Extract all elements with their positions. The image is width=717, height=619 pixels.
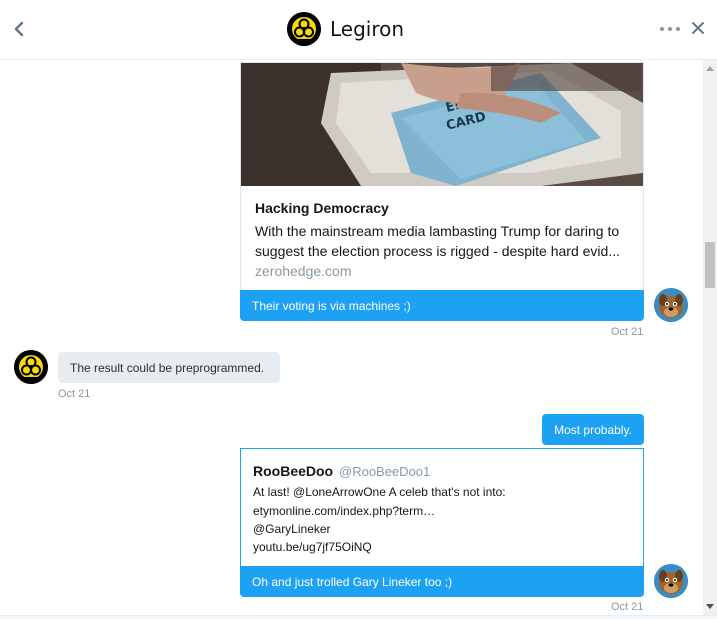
message-bubble-received[interactable]: The result could be preprogrammed. [58,352,280,383]
biohazard-icon [287,12,321,46]
message-timestamp: Oct 21 [58,388,91,400]
avatar[interactable] [654,288,688,322]
conversation-title[interactable]: Legiron [287,10,404,48]
arrow-down-icon [706,603,714,609]
avatar [287,12,321,46]
message-bubble-sent[interactable]: Their voting is via machines ;) [240,290,644,321]
chevron-left-icon [14,21,24,37]
quoted-tweet-name: RooBeeDoo [253,463,334,479]
link-card-domain: zerohedge.com [255,263,352,279]
arrow-up-icon [706,65,714,71]
back-button[interactable] [8,16,30,42]
dog-avatar-icon [654,564,688,598]
conversation-name: Legiron [330,17,405,41]
more-dots-icon [660,27,664,31]
avatar[interactable] [14,350,48,384]
message-bubble-sent[interactable]: Oh and just trolled Gary Lineker too ;) [240,566,644,597]
close-icon [692,22,704,34]
scroll-down-arrow[interactable] [703,600,717,612]
avatar[interactable] [654,564,688,598]
link-card-title: Hacking Democracy [255,200,389,216]
scrollbar-thumb[interactable] [705,242,715,288]
scrollbar-track[interactable] [703,60,717,616]
message-bubble-sent[interactable]: Most probably. [542,414,644,445]
more-button[interactable] [660,24,680,34]
more-dot [676,27,680,31]
conversation-header: Legiron [0,0,717,60]
quoted-tweet-link[interactable]: youtu.be/ug7jf75OiNQ [253,540,372,554]
quoted-tweet-handle: @RooBeeDoo1 [339,464,431,479]
quoted-tweet-mention[interactable]: @GaryLineker [253,522,331,536]
biohazard-icon [14,350,48,384]
quoted-tweet-link[interactable]: etymonline.com/index.php?term… [253,504,435,518]
close-button[interactable] [690,20,706,36]
dog-avatar-icon [654,288,688,322]
quoted-tweet-text: At last! @LoneArrowOne A celeb that's no… [253,485,506,499]
link-preview-card[interactable]: ENDICT CARD Hacking Democracy With the m… [240,62,644,290]
composer-edge [0,615,717,619]
card-image: ENDICT CARD [241,63,643,186]
more-dot [668,27,672,31]
scroll-up-arrow[interactable] [703,62,717,74]
link-card-description: With the mainstream media lambasting Tru… [255,223,620,259]
message-timestamp: Oct 21 [611,326,644,338]
voting-machine-image: ENDICT CARD [241,63,643,186]
message-timestamp: Oct 21 [611,601,644,613]
quoted-tweet-card[interactable]: RooBeeDoo @RooBeeDoo1 At last! @LoneArro… [240,448,644,566]
